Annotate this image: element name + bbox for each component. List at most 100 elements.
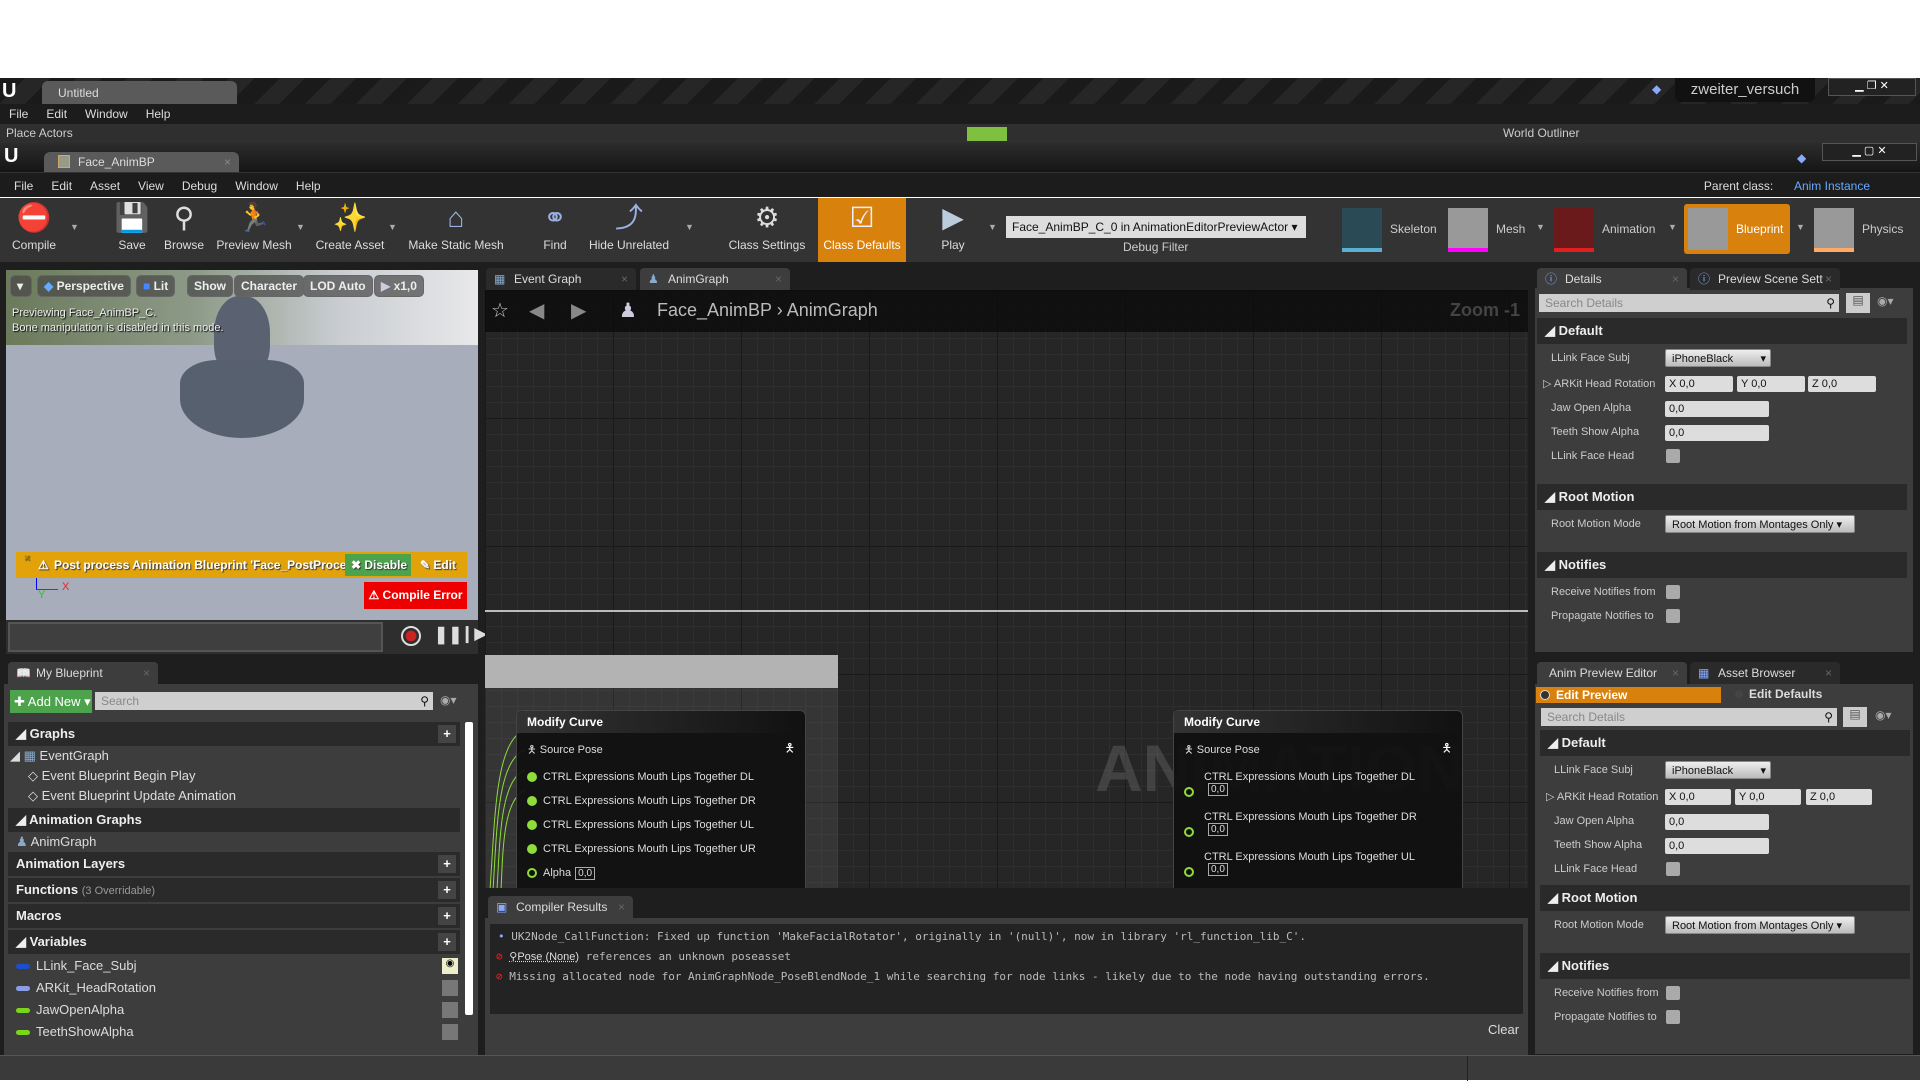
llink-face-subj-select[interactable]: iPhoneBlack ▾ xyxy=(1665,349,1771,367)
tab-event-graph[interactable]: ▦ Event Graph × xyxy=(486,268,636,290)
section-root-motion[interactable]: ◢ Root Motion xyxy=(1537,484,1907,510)
teeth-show-alpha-input[interactable]: 0,0 xyxy=(1665,425,1769,441)
curve-pin[interactable]: CTRL Expressions Mouth Lips Together DR 0… xyxy=(1204,811,1417,836)
browse-button[interactable]: ⚲ Browse xyxy=(160,198,208,262)
compile-error-badge[interactable]: ⚠ Compile Error xyxy=(364,582,467,609)
section-default[interactable]: ◢ Default xyxy=(1537,318,1907,344)
tab-preview-scene-settings[interactable]: ⓘ Preview Scene Sett × xyxy=(1690,268,1840,290)
eye-closed-icon[interactable] xyxy=(442,1024,458,1040)
section-macros[interactable]: Macros + xyxy=(8,904,460,928)
close-tab-icon[interactable]: × xyxy=(143,662,150,684)
find-button[interactable]: ⚭ Find xyxy=(537,198,573,262)
class-defaults-button[interactable]: ☑ Class Defaults xyxy=(818,198,906,262)
add-function-button[interactable]: + xyxy=(438,881,456,899)
curve-pin[interactable]: CTRL Expressions Mouth Lips Together DR xyxy=(527,795,756,807)
curve-pin[interactable]: CTRL Expressions Mouth Lips Together UL xyxy=(527,819,754,831)
bg-menu-window[interactable]: Window xyxy=(85,107,128,121)
lit-button[interactable]: ■ Lit xyxy=(136,275,176,297)
show-button[interactable]: Show xyxy=(187,275,233,297)
window-controls[interactable]: ▁ ▢ ✕ xyxy=(1822,143,1917,161)
pose-output-pin[interactable]: 🯅 xyxy=(784,739,795,760)
create-asset-dropdown[interactable]: ▼ xyxy=(388,222,397,232)
property-matrix-button[interactable]: ▤ xyxy=(1843,707,1867,727)
bg-tab-untitled[interactable]: Untitled xyxy=(42,81,237,104)
section-functions[interactable]: Functions (3 Overridable) + xyxy=(8,878,460,902)
preview-llink-face-head-checkbox[interactable] xyxy=(1666,862,1680,876)
debug-filter-select[interactable]: Face_AnimBP_C_0 in AnimationEditorPrevie… xyxy=(1006,216,1306,238)
variable-jawopenalpha[interactable]: JawOpenAlpha xyxy=(16,1002,124,1017)
mode-skeleton[interactable]: Skeleton xyxy=(1342,208,1462,252)
curve-pin[interactable]: CTRL Expressions Mouth Lips Together DL 0… xyxy=(1204,771,1415,796)
section-animation-layers[interactable]: Animation Layers + xyxy=(8,852,460,876)
eye-closed-icon[interactable] xyxy=(442,1002,458,1018)
perspective-button[interactable]: ◆ Perspective xyxy=(37,275,131,297)
blueprint-dropdown[interactable]: ▼ xyxy=(1796,222,1805,232)
bg-menu-help[interactable]: Help xyxy=(146,107,171,121)
visibility-eye-icon[interactable]: ◉▾ xyxy=(440,693,457,707)
preview-search-input[interactable]: Search Details ⚲ xyxy=(1541,708,1837,726)
hide-unrelated-dropdown[interactable]: ▼ xyxy=(685,222,694,232)
character-button[interactable]: Character xyxy=(234,275,305,297)
pose-node-link[interactable]: ⚲Pose (None) xyxy=(509,951,579,963)
menu-edit[interactable]: Edit xyxy=(51,179,72,193)
tree-item-begin-play[interactable]: ◇ Event Blueprint Begin Play xyxy=(28,768,196,784)
close-tab-icon[interactable]: × xyxy=(1672,662,1679,684)
section-root-motion[interactable]: ◢ Root Motion xyxy=(1540,885,1910,911)
section-animation-graphs[interactable]: ◢ Animation Graphs xyxy=(8,808,460,832)
add-graph-button[interactable]: + xyxy=(438,725,456,743)
curve-pin[interactable]: CTRL Expressions Mouth Lips Together UL 0… xyxy=(1204,851,1415,876)
preview-rotation-y-input[interactable]: Y 0,0 xyxy=(1735,789,1801,805)
mode-blueprint[interactable]: Blueprint xyxy=(1684,204,1790,254)
dismiss-warning-icon[interactable]: × xyxy=(24,546,30,572)
mesh-dropdown[interactable]: ▼ xyxy=(1536,222,1545,232)
favorite-star-icon[interactable]: ☆ xyxy=(491,298,509,323)
close-tab-icon[interactable]: × xyxy=(1825,662,1832,684)
tree-item-eventgraph[interactable]: ◢ ▦ EventGraph xyxy=(10,748,109,764)
receive-notifies-checkbox[interactable] xyxy=(1666,585,1680,599)
hide-unrelated-button[interactable]: ⤴ Hide Unrelated xyxy=(588,198,670,262)
source-pose-pin[interactable]: 🯅 Source Pose xyxy=(1184,741,1260,760)
tab-details[interactable]: ⓘ Details × xyxy=(1537,268,1687,290)
llink-face-head-checkbox[interactable] xyxy=(1666,449,1680,463)
edit-defaults-toggle[interactable]: Edit Defaults xyxy=(1735,687,1822,701)
my-blueprint-search-input[interactable]: Search ⚲ xyxy=(95,692,433,710)
preview-mesh-button[interactable]: 🏃 Preview Mesh xyxy=(214,198,294,262)
close-tab-icon[interactable]: × xyxy=(618,896,625,918)
details-search-input[interactable]: Search Details ⚲ xyxy=(1539,294,1839,312)
pose-output-pin[interactable]: 🯅 xyxy=(1441,739,1452,760)
alpha-value-input[interactable]: 0,0 xyxy=(575,867,596,880)
variable-llink-face-subj[interactable]: LLink_Face_Subj xyxy=(16,958,136,973)
tab-compiler-results[interactable]: ▣ Compiler Results × xyxy=(488,896,633,918)
eye-open-icon[interactable]: ◉ xyxy=(442,958,458,974)
save-button[interactable]: 💾 Save xyxy=(112,198,152,262)
mode-mesh[interactable]: Mesh xyxy=(1448,208,1548,252)
section-graphs[interactable]: ◢ Graphs + xyxy=(8,722,460,746)
pause-button[interactable]: ❚❚ xyxy=(434,625,463,645)
modify-curve-node-2[interactable]: Modify Curve 🯅 Source Pose 🯅 CTRL Expres… xyxy=(1173,710,1463,888)
graph-canvas[interactable]: ☆ ◀ ▶ ♟ Face_AnimBP › AnimGraph Zoom -1 … xyxy=(485,290,1528,888)
scrollbar[interactable] xyxy=(465,722,473,1015)
disable-button[interactable]: ✖ Disable xyxy=(345,554,411,576)
record-button[interactable] xyxy=(401,626,421,646)
label-arkit-head-rotation[interactable]: ▷ ARKit Head Rotation xyxy=(1543,377,1661,390)
forward-arrow-icon[interactable]: ▶ xyxy=(571,298,586,323)
propagate-notifies-checkbox[interactable] xyxy=(1666,609,1680,623)
parent-class-link[interactable]: Anim Instance xyxy=(1794,179,1870,193)
compile-options-dropdown[interactable]: ▼ xyxy=(70,222,79,232)
edit-button[interactable]: ✎ Edit xyxy=(420,552,456,578)
close-tab-icon[interactable]: × xyxy=(224,155,231,169)
visibility-eye-icon[interactable]: ◉▾ xyxy=(1875,708,1892,722)
add-macro-button[interactable]: + xyxy=(438,907,456,925)
curve-pin[interactable]: CTRL Expressions Mouth Lips Together UR xyxy=(527,843,756,855)
curve-value-input[interactable]: 0,0 xyxy=(1208,863,1228,876)
play-button[interactable]: ▶ Play xyxy=(928,198,978,262)
section-notifies[interactable]: ◢ Notifies xyxy=(1537,552,1907,578)
section-variables[interactable]: ◢ Variables + xyxy=(8,930,460,954)
preview-rotation-x-input[interactable]: X 0,0 xyxy=(1665,789,1731,805)
play-options-dropdown[interactable]: ▼ xyxy=(988,222,997,232)
jaw-open-alpha-input[interactable]: 0,0 xyxy=(1665,401,1769,417)
close-tab-icon[interactable]: × xyxy=(775,268,782,290)
eye-closed-icon[interactable] xyxy=(442,980,458,996)
breadcrumb-face-animbp[interactable]: Face_AnimBP xyxy=(657,300,772,320)
step-forward-button[interactable]: ❙▶ xyxy=(460,624,487,644)
